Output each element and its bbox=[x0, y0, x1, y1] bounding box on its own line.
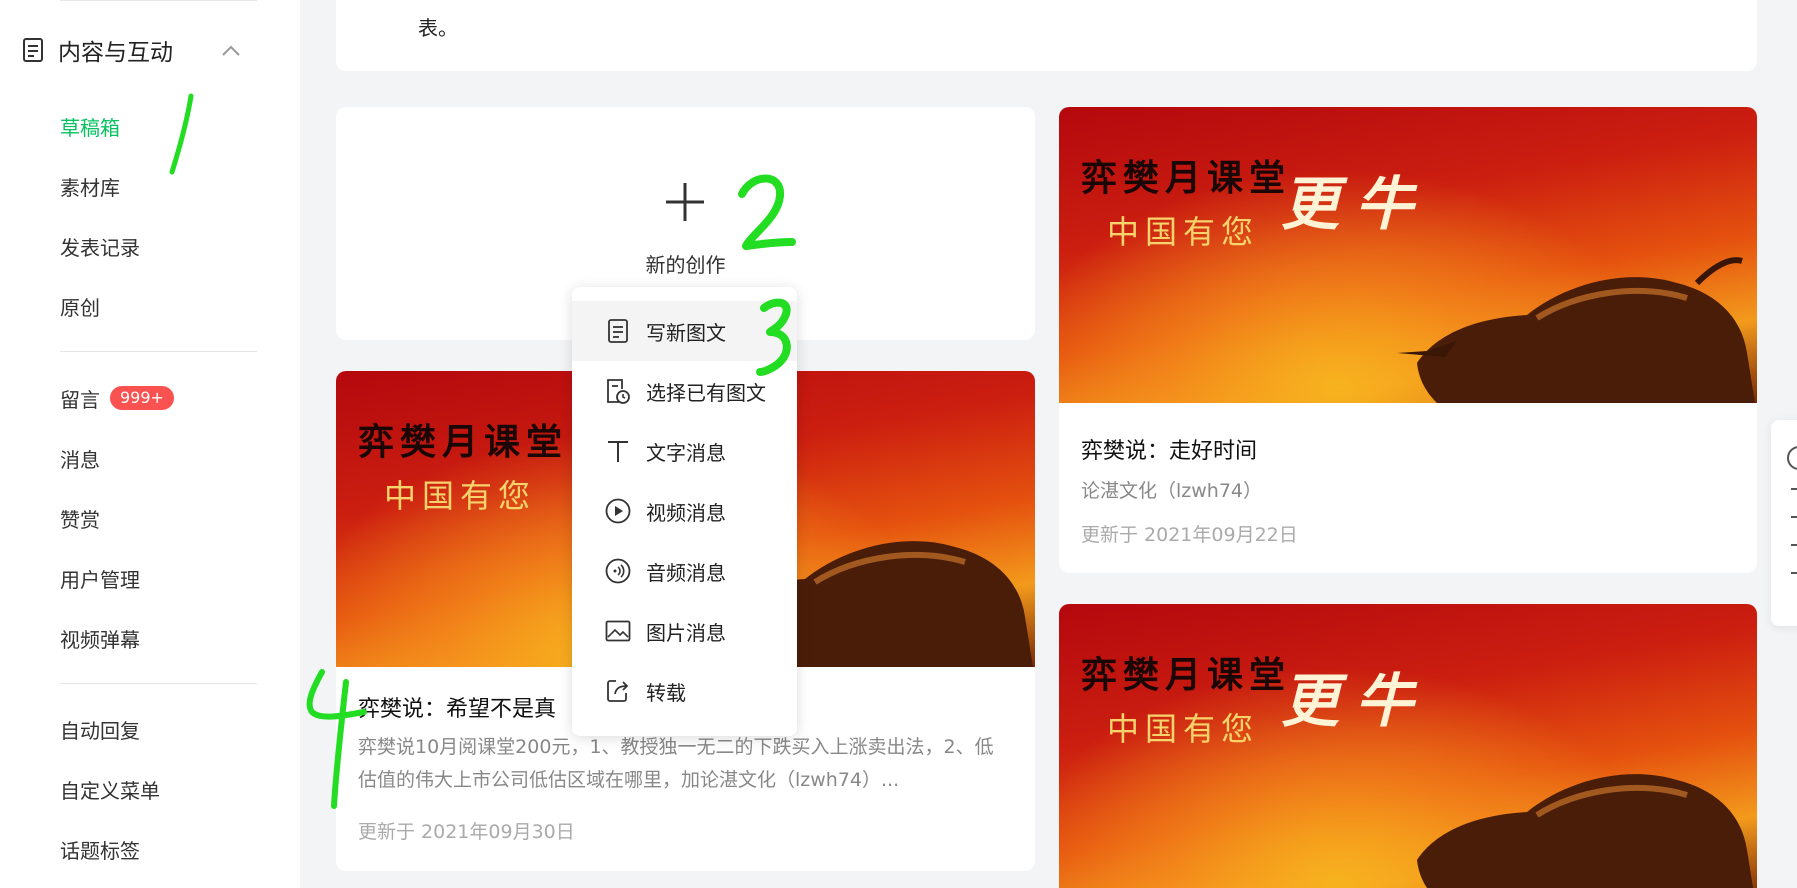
new-creation-label: 新的创作 bbox=[645, 253, 726, 277]
sidebar-divider bbox=[60, 683, 257, 684]
article-card[interactable]: 弈樊月课堂 中国有您 更牛 bbox=[1059, 604, 1757, 888]
help-side-panel[interactable] bbox=[1771, 420, 1797, 626]
annotation-label: 4 bbox=[330, 759, 331, 761]
sidebar-item-label: 话题标签 bbox=[60, 838, 140, 863]
sidebar-divider bbox=[60, 351, 257, 352]
article-author: 论湛文化（lzwh74） bbox=[1081, 480, 1263, 502]
sidebar-item-messages[interactable]: 消息 bbox=[60, 440, 100, 476]
text-t-icon bbox=[604, 437, 632, 465]
article-title[interactable]: 弈樊说：希望不是真 bbox=[358, 691, 556, 723]
bull-silhouette bbox=[1397, 257, 1755, 403]
document-icon bbox=[604, 317, 632, 345]
menu-item-audio-message[interactable]: 音频消息 bbox=[572, 541, 797, 601]
sidebar-item-label: 自动回复 bbox=[60, 718, 140, 743]
menu-item-text-message[interactable]: 文字消息 bbox=[572, 421, 797, 481]
cover-title-text: 弈樊月课堂 bbox=[358, 421, 569, 463]
menu-item-label: 视频消息 bbox=[646, 500, 726, 525]
sidebar-item-rewards[interactable]: 赞赏 bbox=[60, 500, 100, 536]
menu-item-video-message[interactable]: 视频消息 bbox=[572, 481, 797, 541]
play-circle-icon bbox=[604, 497, 632, 525]
sidebar-item-label: 草稿箱 bbox=[60, 115, 120, 140]
top-info-text: 表。 bbox=[418, 16, 458, 40]
article-cover-image: 弈樊月课堂 中国有您 更牛 bbox=[1059, 107, 1757, 403]
audio-wave-icon bbox=[604, 557, 632, 585]
sidebar-item-original[interactable]: 原创 bbox=[60, 288, 100, 324]
sidebar-item-label: 赞赏 bbox=[60, 507, 100, 532]
top-info-card: 表。 bbox=[336, 0, 1757, 71]
sidebar-item-publish-records[interactable]: 发表记录 bbox=[60, 228, 140, 264]
sidebar-item-materials[interactable]: 素材库 bbox=[60, 168, 120, 204]
article-date: 更新于 2021年09月30日 bbox=[358, 821, 575, 843]
sidebar-section-content-interaction[interactable]: 内容与互动 bbox=[20, 30, 250, 70]
sidebar-item-user-management[interactable]: 用户管理 bbox=[60, 560, 140, 596]
cover-title-text: 弈樊月课堂 bbox=[1081, 654, 1292, 696]
sidebar-item-label: 消息 bbox=[60, 447, 100, 472]
sidebar-item-label: 留言 bbox=[60, 387, 100, 412]
menu-item-label: 文字消息 bbox=[646, 440, 726, 465]
bull-silhouette bbox=[1417, 774, 1754, 888]
sidebar-item-drafts[interactable]: 草稿箱 bbox=[60, 108, 120, 144]
sidebar-item-comments[interactable]: 留言 999+ bbox=[60, 380, 174, 416]
sidebar-item-auto-reply[interactable]: 自动回复 bbox=[60, 711, 140, 747]
sidebar-section-title: 内容与互动 bbox=[58, 40, 173, 66]
sidebar-item-label: 素材库 bbox=[60, 175, 120, 200]
article-description: 弈樊说10月阅课堂200元，1、教授独一无二的下跌买入上涨卖出法，2、低估值的伟… bbox=[358, 736, 994, 791]
share-out-icon bbox=[604, 677, 632, 705]
sidebar: 内容与互动 草稿箱 素材库 发表记录 原创 留言 999+ 消息 赞赏 用户管理… bbox=[0, 0, 300, 888]
sidebar-item-topic-tags[interactable]: 话题标签 bbox=[60, 831, 140, 867]
article-date: 更新于 2021年09月22日 bbox=[1081, 524, 1298, 546]
cover-subtitle-text: 中国有您 bbox=[1107, 710, 1260, 748]
sidebar-item-label: 发表记录 bbox=[60, 235, 140, 260]
panel-text-lines bbox=[1791, 488, 1797, 600]
sidebar-item-label: 原创 bbox=[60, 295, 100, 320]
menu-item-label: 音频消息 bbox=[646, 560, 726, 585]
sidebar-top-divider bbox=[60, 0, 257, 1]
menu-item-label: 选择已有图文 bbox=[646, 380, 766, 405]
article-cover-image: 弈樊月课堂 中国有您 更牛 bbox=[1059, 604, 1757, 888]
sidebar-item-custom-menu[interactable]: 自定义菜单 bbox=[60, 771, 160, 807]
image-icon bbox=[604, 617, 632, 645]
menu-item-repost[interactable]: 转载 bbox=[572, 661, 797, 721]
menu-item-label: 图片消息 bbox=[646, 620, 726, 645]
sidebar-item-label: 自定义菜单 bbox=[60, 778, 160, 803]
document-icon bbox=[20, 37, 46, 63]
cover-subtitle-text: 中国有您 bbox=[384, 477, 537, 515]
sidebar-item-label: 视频弹幕 bbox=[60, 627, 140, 652]
article-card[interactable]: 弈樊月课堂 中国有您 更牛 弈樊说：走好时间 论湛文化（lzwh74） 更新于 … bbox=[1059, 107, 1757, 573]
chevron-up-icon[interactable] bbox=[220, 40, 242, 62]
menu-item-label: 转载 bbox=[646, 680, 686, 705]
comment-count-badge: 999+ bbox=[110, 386, 174, 410]
menu-item-new-article[interactable]: 写新图文 bbox=[572, 301, 797, 361]
menu-item-image-message[interactable]: 图片消息 bbox=[572, 601, 797, 661]
document-clock-icon bbox=[604, 377, 632, 405]
info-circle-icon bbox=[1787, 446, 1797, 470]
sidebar-item-label: 用户管理 bbox=[60, 567, 140, 592]
cover-subtitle-text: 中国有您 bbox=[1107, 213, 1260, 251]
article-title[interactable]: 弈樊说：走好时间 bbox=[1081, 433, 1257, 465]
menu-item-select-existing-article[interactable]: 选择已有图文 bbox=[572, 361, 797, 421]
menu-item-label: 写新图文 bbox=[646, 320, 726, 345]
sidebar-item-video-danmaku[interactable]: 视频弹幕 bbox=[60, 620, 140, 656]
cover-title-text: 弈樊月课堂 bbox=[1081, 157, 1292, 199]
plus-icon[interactable] bbox=[664, 181, 706, 223]
new-creation-dropdown: 写新图文 选择已有图文 文字消息 视频消息 音频消息 图片消息 转载 bbox=[572, 287, 797, 736]
